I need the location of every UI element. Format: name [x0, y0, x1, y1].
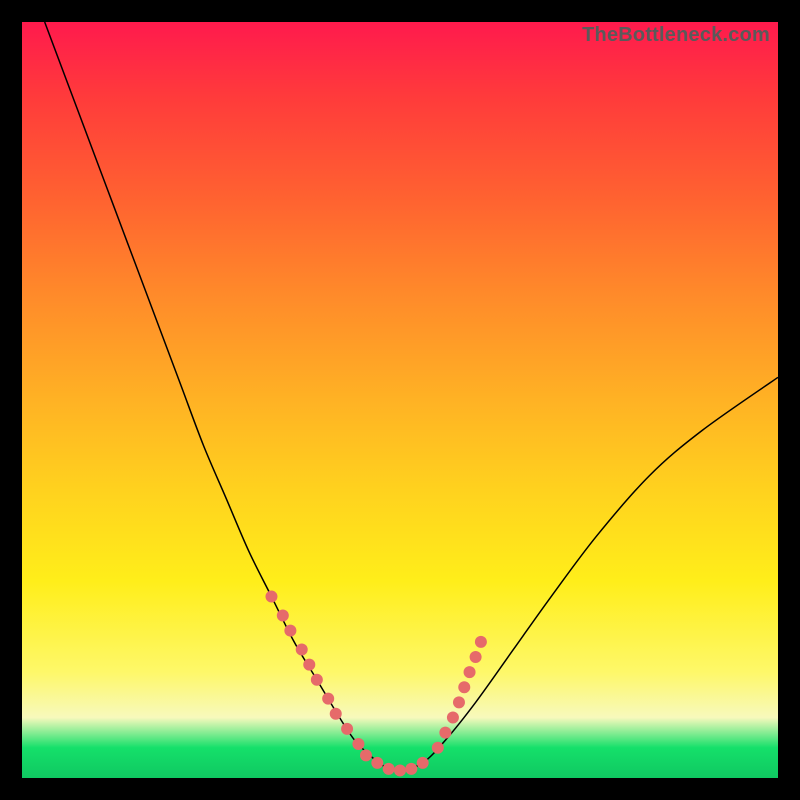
- curve-marker: [464, 666, 476, 678]
- curve-marker: [330, 708, 342, 720]
- curve-marker: [475, 636, 487, 648]
- curve-marker: [439, 727, 451, 739]
- curve-marker: [453, 696, 465, 708]
- curve-marker: [360, 749, 372, 761]
- curve-marker: [470, 651, 482, 663]
- curve-marker: [447, 712, 459, 724]
- bottleneck-curve: [45, 22, 778, 771]
- curve-marker: [322, 693, 334, 705]
- curve-marker: [405, 763, 417, 775]
- curve-marker: [394, 764, 406, 776]
- curve-marker: [265, 591, 277, 603]
- curve-marker: [371, 757, 383, 769]
- curve-marker: [284, 625, 296, 637]
- curve-marker: [303, 659, 315, 671]
- bottleneck-plot: [22, 22, 778, 778]
- curve-marker: [458, 681, 470, 693]
- curve-marker: [432, 742, 444, 754]
- curve-marker: [277, 609, 289, 621]
- curve-marker: [311, 674, 323, 686]
- curve-marker: [352, 738, 364, 750]
- curve-marker: [383, 763, 395, 775]
- curve-marker: [296, 643, 308, 655]
- curve-marker: [417, 757, 429, 769]
- curve-marker: [341, 723, 353, 735]
- marker-group: [265, 591, 486, 777]
- chart-frame: TheBottleneck.com: [22, 22, 778, 778]
